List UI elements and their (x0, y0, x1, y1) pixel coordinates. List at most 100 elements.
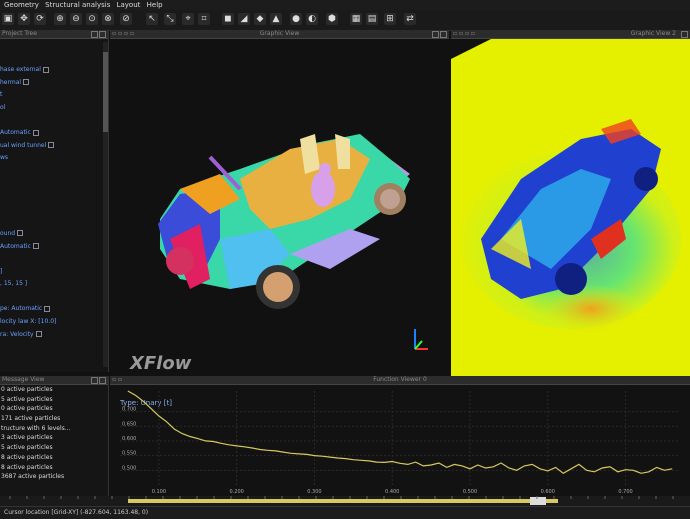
driver-head (319, 163, 331, 175)
tree-item[interactable] (0, 52, 108, 65)
select-icon[interactable]: ↖ (146, 13, 158, 25)
front-rim (263, 272, 293, 302)
tree-item-label: hermal (0, 78, 22, 86)
function-viewer-buttons[interactable]: ▫ ▫ (112, 376, 122, 384)
x-tick-label: 0.700 (618, 489, 632, 495)
timeline-handle[interactable] (530, 497, 546, 505)
view-top-icon[interactable]: ◢ (238, 13, 250, 25)
checkbox-icon[interactable] (35, 331, 42, 338)
tree-item-label: ws (0, 154, 9, 162)
panel-buttons[interactable] (90, 31, 106, 41)
tree-item[interactable] (0, 253, 108, 266)
axis-icon[interactable]: ⌖ (182, 13, 194, 25)
function-viewer-title-text: Function Viewer 0 (373, 376, 427, 383)
tree-item[interactable] (0, 190, 108, 203)
checkbox-icon[interactable] (32, 243, 39, 249)
series-line (127, 390, 673, 475)
tree-item[interactable]: ra: Velocity (0, 329, 108, 342)
driver-figure (311, 171, 335, 207)
y-tick-label: 0.500 (122, 465, 136, 471)
y-tick-label: 0.550 (122, 451, 136, 457)
tree-item[interactable]: ] (0, 266, 108, 279)
crop-icon[interactable]: ⌗ (198, 13, 210, 25)
menu-geometry[interactable]: Geometry (4, 1, 39, 9)
rotate-icon[interactable]: ⟳ (34, 13, 46, 25)
menu-help[interactable]: Help (147, 1, 163, 9)
tree-item[interactable] (0, 341, 108, 354)
car-geometry-render[interactable]: XFlow (110, 39, 449, 377)
zoom-in-icon[interactable]: ⊕ (54, 13, 66, 25)
tree-item-label: Automatic (0, 242, 31, 250)
menu-layout[interactable]: Layout (117, 1, 141, 9)
view-side-icon[interactable]: ▲ (270, 13, 282, 25)
checkbox-icon[interactable] (48, 142, 55, 149)
tree-item[interactable]: , 15, 15 ] (0, 278, 108, 291)
tree-item[interactable] (0, 203, 108, 216)
y-tick-label: 0.600 (122, 436, 136, 442)
y-tick-label: 0.700 (122, 407, 136, 413)
move-icon[interactable]: ✥ (18, 13, 30, 25)
status-bar: Cursor location [Grid-XY] (-827.604, 116… (0, 506, 690, 519)
message-item: 5 active particles (1, 444, 53, 452)
tree-item[interactable]: ual wind tunnel (0, 140, 108, 153)
tree-item[interactable] (0, 178, 108, 191)
tree-item[interactable]: ol (0, 102, 108, 115)
tree-item-label: , 15, 15 ] (0, 280, 28, 288)
grid-icon[interactable]: ▦ (350, 13, 362, 25)
tree-item[interactable] (0, 165, 108, 178)
tree-item[interactable] (0, 291, 108, 304)
tree-item[interactable]: Automatic (0, 241, 108, 254)
tree-item[interactable]: pe: Automatic (0, 303, 108, 316)
timeline-bar[interactable] (0, 496, 690, 506)
checkbox-icon[interactable] (17, 230, 24, 237)
measure-icon[interactable]: ⤡ (164, 13, 176, 25)
tree-item[interactable]: hase external (0, 64, 108, 77)
tree-item[interactable] (0, 115, 108, 128)
cube-icon[interactable]: ⬢ (326, 13, 338, 25)
split-icon[interactable]: ⊞ (384, 13, 396, 25)
tree-scrollbar[interactable] (103, 42, 108, 367)
graphic-view-2[interactable]: ▫ ▫ ▫ ▫ Graphic View 2 (451, 30, 690, 377)
project-tree-title: Project Tree (0, 30, 108, 39)
shading-icon[interactable]: ◐ (306, 13, 318, 25)
message-item: 8 active particles (1, 463, 53, 471)
view-buttons[interactable]: ▫ ▫ ▫ ▫ (112, 30, 134, 38)
view-2-buttons[interactable]: ▫ ▫ ▫ ▫ (453, 30, 475, 38)
checkbox-icon[interactable] (23, 79, 30, 86)
project-tree-panel: Project Tree hase external hermal t ol Autom… (0, 30, 109, 426)
message-view-buttons[interactable] (90, 377, 106, 387)
checkbox-icon[interactable] (42, 66, 49, 73)
tree-scroll-thumb[interactable] (103, 52, 108, 132)
zoom-out-icon[interactable]: ⊖ (70, 13, 82, 25)
tree-item[interactable] (0, 215, 108, 228)
function-chart[interactable]: Type: Unary [t] 0.5000.5500.6000.6500.70… (110, 385, 690, 497)
tree-item[interactable]: Automatic (0, 127, 108, 140)
project-tree-title-text: Project Tree (2, 30, 37, 37)
zoom-fit-icon[interactable]: ⊙ (86, 13, 98, 25)
graphic-view[interactable]: ▫ ▫ ▫ ▫ Graphic View XFlow (110, 30, 449, 376)
graphic-view-window-buttons[interactable] (431, 31, 447, 41)
tree-item[interactable] (0, 354, 108, 367)
layout-icon[interactable]: ▤ (366, 13, 378, 25)
tree-item[interactable]: locity law X: [10.0] (0, 316, 108, 329)
function-viewer-panel[interactable]: ▫ ▫ Function Viewer 0 Type: Unary [t] 0.… (110, 376, 690, 496)
zoom-box-icon[interactable]: ⊗ (102, 13, 114, 25)
tree-item-label: ] (0, 267, 3, 275)
message-view-title-text: Message View (2, 376, 45, 383)
render-icon[interactable]: ● (290, 13, 302, 25)
cfd-result-render[interactable] (451, 39, 690, 377)
checkbox-icon[interactable] (32, 129, 39, 136)
menu-structural-analysis[interactable]: Structural analysis (45, 1, 110, 9)
view-iso-icon[interactable]: ◆ (254, 13, 266, 25)
graphic-view-2-window-buttons[interactable] (680, 31, 688, 41)
tree-item[interactable]: ound (0, 228, 108, 241)
tree-item[interactable]: ws (0, 152, 108, 165)
checkbox-icon[interactable] (44, 305, 51, 312)
tree-item[interactable]: t (0, 89, 108, 102)
timeline-track[interactable] (0, 496, 690, 506)
view-front-icon[interactable]: ◼ (222, 13, 234, 25)
open-icon[interactable]: ▣ (2, 13, 14, 25)
arrows-icon[interactable]: ⇄ (404, 13, 416, 25)
tree-item[interactable]: hermal (0, 77, 108, 90)
zoom-region-icon[interactable]: ⊘ (120, 13, 132, 25)
